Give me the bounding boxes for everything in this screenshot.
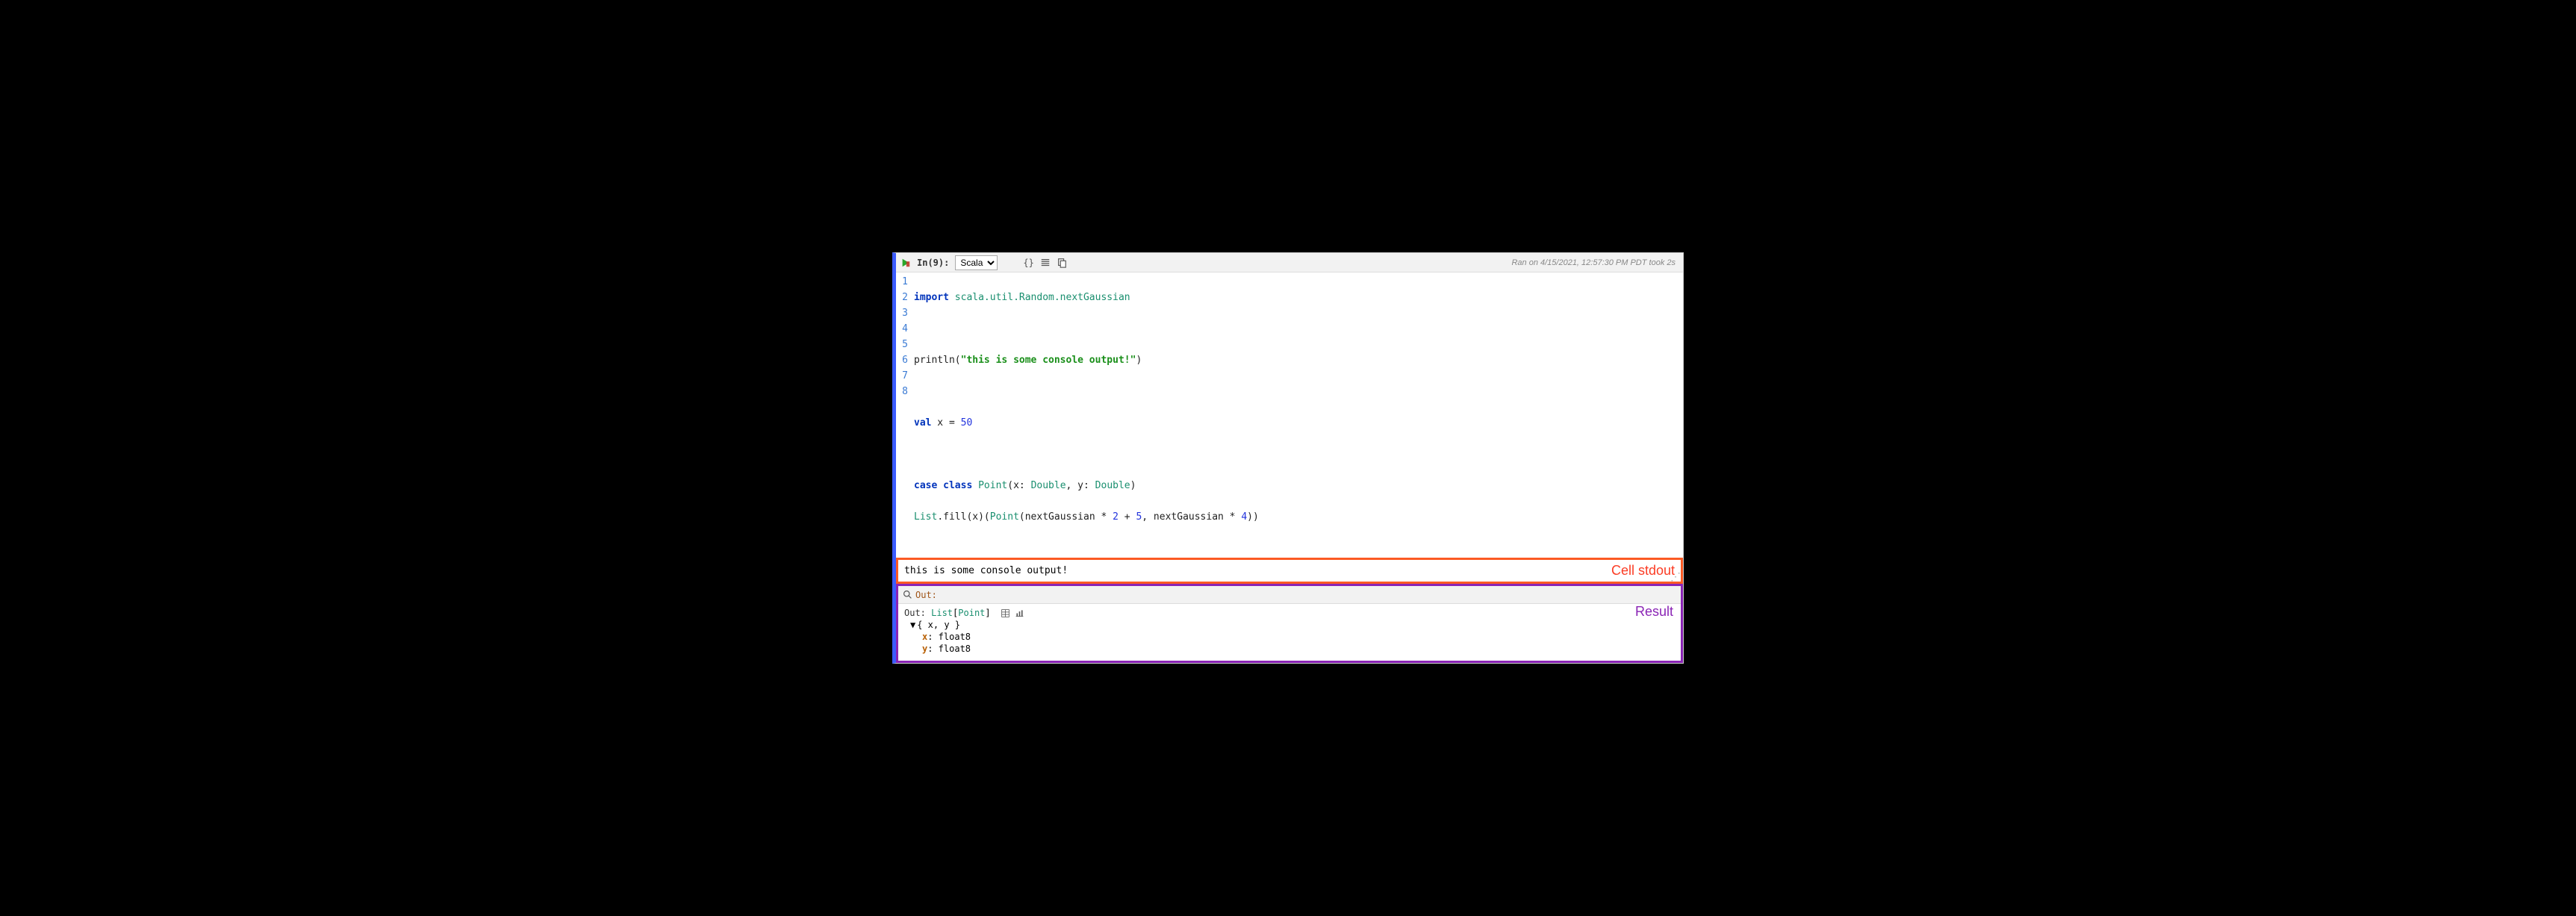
search-icon[interactable] (903, 590, 912, 599)
code-editor[interactable]: 1 2 3 4 5 6 7 8 import scala.util.Random… (896, 272, 1683, 558)
table-view-icon[interactable] (1001, 608, 1010, 618)
result-body: Result Out: List[Point] ▼{ x, y } x: flo… (898, 604, 1681, 661)
cell-toolbar: In(9): Scala {} Ran on 4/15/2021, 12:57:… (896, 253, 1683, 272)
result-tree-header[interactable]: ▼{ x, y } (904, 619, 1675, 631)
stdout-text: this is some console output! (904, 565, 1068, 576)
result-type-line: Out: List[Point] (904, 607, 1675, 619)
line-gutter: 1 2 3 4 5 6 7 8 (896, 274, 914, 556)
cell-result-box: Out: Result Out: List[Point] ▼{ x, y } x… (896, 584, 1683, 663)
stdout-annotation-label: Cell stdout (1611, 563, 1675, 579)
result-tree-children: x: float8 y: float8 (904, 631, 1675, 655)
result-field-row: x: float8 (922, 631, 1675, 643)
copy-icon[interactable] (1057, 258, 1067, 268)
cell-in-label: In(9): (917, 258, 949, 268)
result-annotation-label: Result (1635, 605, 1673, 617)
cell-stdout-box: this is some console output! Cell stdout… (896, 558, 1683, 584)
run-cell-icon[interactable] (900, 258, 911, 268)
out-bar-label: Out: (915, 590, 937, 600)
result-field-row: y: float8 (922, 643, 1675, 655)
notebook-cell-container: In(9): Scala {} Ran on 4/15/2021, 12:57:… (892, 252, 1684, 664)
cell-run-status: Ran on 4/15/2021, 12:57:30 PM PDT took 2… (1511, 258, 1679, 267)
lines-icon[interactable] (1040, 258, 1051, 268)
caret-down-icon[interactable]: ▼ (910, 619, 915, 631)
code-content[interactable]: import scala.util.Random.nextGaussian pr… (914, 274, 1683, 556)
code-cell: In(9): Scala {} Ran on 4/15/2021, 12:57:… (892, 252, 1684, 664)
chart-view-icon[interactable] (1015, 608, 1024, 618)
format-braces-button[interactable]: {} (1023, 258, 1033, 268)
resize-handle-icon[interactable]: ⋰ (1670, 574, 1679, 583)
language-select[interactable]: Scala (955, 255, 998, 270)
output-bar: Out: (898, 586, 1681, 604)
